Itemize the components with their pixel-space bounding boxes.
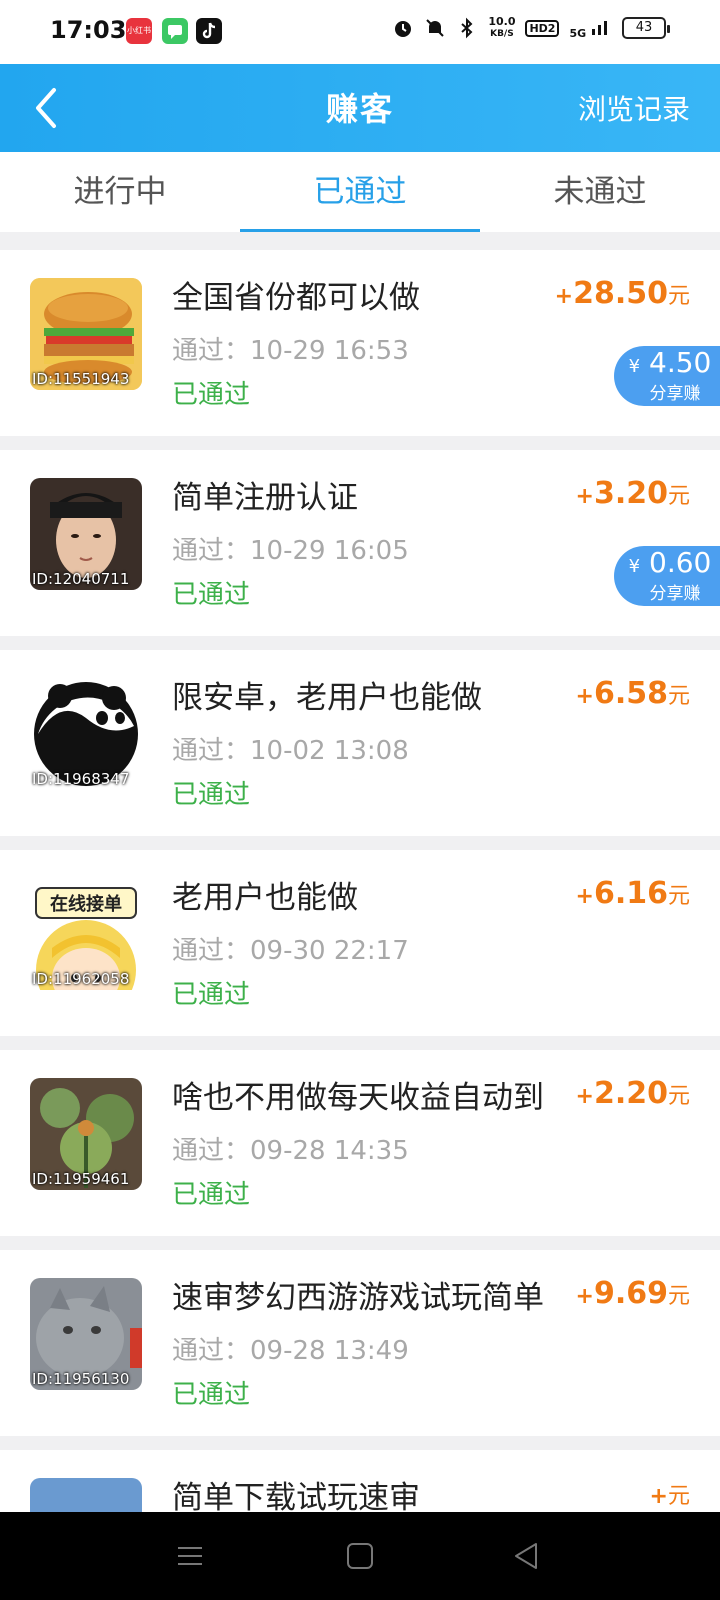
pass-time: 通过：09-30 22:17 bbox=[172, 936, 409, 966]
task-id-label: ID:12040711 bbox=[32, 570, 130, 588]
list-item[interactable]: ID:11959461 啥也不用做每天收益自动到 通过：09-28 14:35 … bbox=[0, 1050, 720, 1236]
app-header: 赚客 浏览记录 bbox=[0, 64, 720, 152]
status-label: 已通过 bbox=[172, 380, 251, 410]
list-item[interactable]: ID:11968347 限安卓，老用户也能做 通过：10-02 13:08 已通… bbox=[0, 650, 720, 836]
net-speed: 10.0 KB/S bbox=[488, 15, 516, 39]
status-tabs: 进行中 已通过 未通过 bbox=[0, 152, 720, 232]
pass-time: 通过：09-28 14:35 bbox=[172, 1136, 409, 1166]
hd-badge: HD2 bbox=[525, 19, 560, 37]
reward-amount: +2.20元 bbox=[575, 1076, 690, 1111]
reward-amount: +元 bbox=[649, 1484, 690, 1509]
task-title: 全国省份都可以做 bbox=[172, 280, 420, 316]
task-title: 速审梦幻西游游戏试玩简单 bbox=[172, 1280, 544, 1316]
reward-amount: +6.58元 bbox=[575, 676, 690, 711]
reward-amount: +3.20元 bbox=[575, 476, 690, 511]
status-time: 17:03 bbox=[50, 16, 127, 44]
back-triangle-icon[interactable] bbox=[510, 1540, 542, 1572]
mute-bell-icon bbox=[424, 17, 446, 39]
task-title: 简单下载试玩速审 bbox=[172, 1480, 420, 1512]
browse-history-button[interactable]: 浏览记录 bbox=[578, 88, 690, 128]
system-nav-bar bbox=[0, 1512, 720, 1600]
task-title: 啥也不用做每天收益自动到 bbox=[172, 1080, 544, 1116]
tab-passed[interactable]: 已通过 bbox=[240, 152, 480, 232]
tab-rejected[interactable]: 未通过 bbox=[480, 152, 720, 232]
task-thumbnail bbox=[30, 1478, 142, 1512]
task-title: 老用户也能做 bbox=[172, 880, 358, 916]
task-thumbnail: 在线接单 ID:11962058 bbox=[30, 878, 142, 990]
status-label: 已通过 bbox=[172, 1180, 251, 1210]
thumb-caption: 在线接单 bbox=[50, 893, 122, 915]
task-id-label: ID:11968347 bbox=[32, 770, 130, 788]
status-label: 已通过 bbox=[172, 980, 251, 1010]
message-app-icon bbox=[162, 18, 188, 44]
task-id-label: ID:11962058 bbox=[32, 970, 130, 988]
task-thumbnail: ID:11551943 bbox=[30, 278, 142, 390]
task-title: 限安卓，老用户也能做 bbox=[172, 680, 482, 716]
xiaohongshu-app-icon: 小红书 bbox=[126, 18, 152, 44]
task-id-label: ID:11956130 bbox=[32, 1370, 130, 1388]
pass-time: 通过：09-28 13:49 bbox=[172, 1336, 409, 1366]
list-item[interactable]: ID:11551943 全国省份都可以做 通过：10-29 16:53 已通过 … bbox=[0, 250, 720, 436]
pass-time: 通过：10-29 16:53 bbox=[172, 336, 409, 366]
task-thumbnail: ID:11959461 bbox=[30, 1078, 142, 1190]
share-earn-button[interactable]: ¥ 0.60 分享赚 bbox=[614, 546, 720, 606]
list-item[interactable]: ID:12040711 简单注册认证 通过：10-29 16:05 已通过 +3… bbox=[0, 450, 720, 636]
home-icon[interactable] bbox=[344, 1540, 376, 1572]
list-item[interactable]: 简单下载试玩速审 +元 bbox=[0, 1450, 720, 1512]
task-title: 简单注册认证 bbox=[172, 480, 358, 516]
signal-icon: 5G bbox=[569, 17, 612, 40]
task-id-label: ID:11551943 bbox=[32, 370, 130, 388]
alarm-icon bbox=[392, 17, 414, 39]
list-item[interactable]: ID:11956130 速审梦幻西游游戏试玩简单 通过：09-28 13:49 … bbox=[0, 1250, 720, 1436]
status-label: 已通过 bbox=[172, 780, 251, 810]
task-thumbnail: ID:11968347 bbox=[30, 678, 142, 790]
list-item[interactable]: 在线接单 ID:11962058 老用户也能做 通过：09-30 22:17 已… bbox=[0, 850, 720, 1036]
battery-indicator: 43 bbox=[622, 17, 670, 39]
status-label: 已通过 bbox=[172, 580, 251, 610]
task-thumbnail: ID:12040711 bbox=[30, 478, 142, 590]
pass-time: 通过：10-29 16:05 bbox=[172, 536, 409, 566]
status-label: 已通过 bbox=[172, 1380, 251, 1410]
reward-amount: +6.16元 bbox=[575, 876, 690, 911]
status-bar: 17:03 小红书 10.0 KB/S HD2 5G 43 bbox=[0, 0, 720, 64]
status-icons: 10.0 KB/S HD2 5G 43 bbox=[392, 15, 670, 40]
share-earn-button[interactable]: ¥ 4.50 分享赚 bbox=[614, 346, 720, 406]
tab-in-progress[interactable]: 进行中 bbox=[0, 152, 240, 232]
bluetooth-icon bbox=[456, 17, 478, 39]
pass-time: 通过：10-02 13:08 bbox=[172, 736, 409, 766]
reward-amount: +28.50元 bbox=[554, 276, 690, 311]
task-id-label: ID:11959461 bbox=[32, 1170, 130, 1188]
menu-icon[interactable] bbox=[174, 1540, 206, 1572]
tiktok-app-icon bbox=[196, 18, 222, 44]
reward-amount: +9.69元 bbox=[575, 1276, 690, 1311]
task-thumbnail: ID:11956130 bbox=[30, 1278, 142, 1390]
